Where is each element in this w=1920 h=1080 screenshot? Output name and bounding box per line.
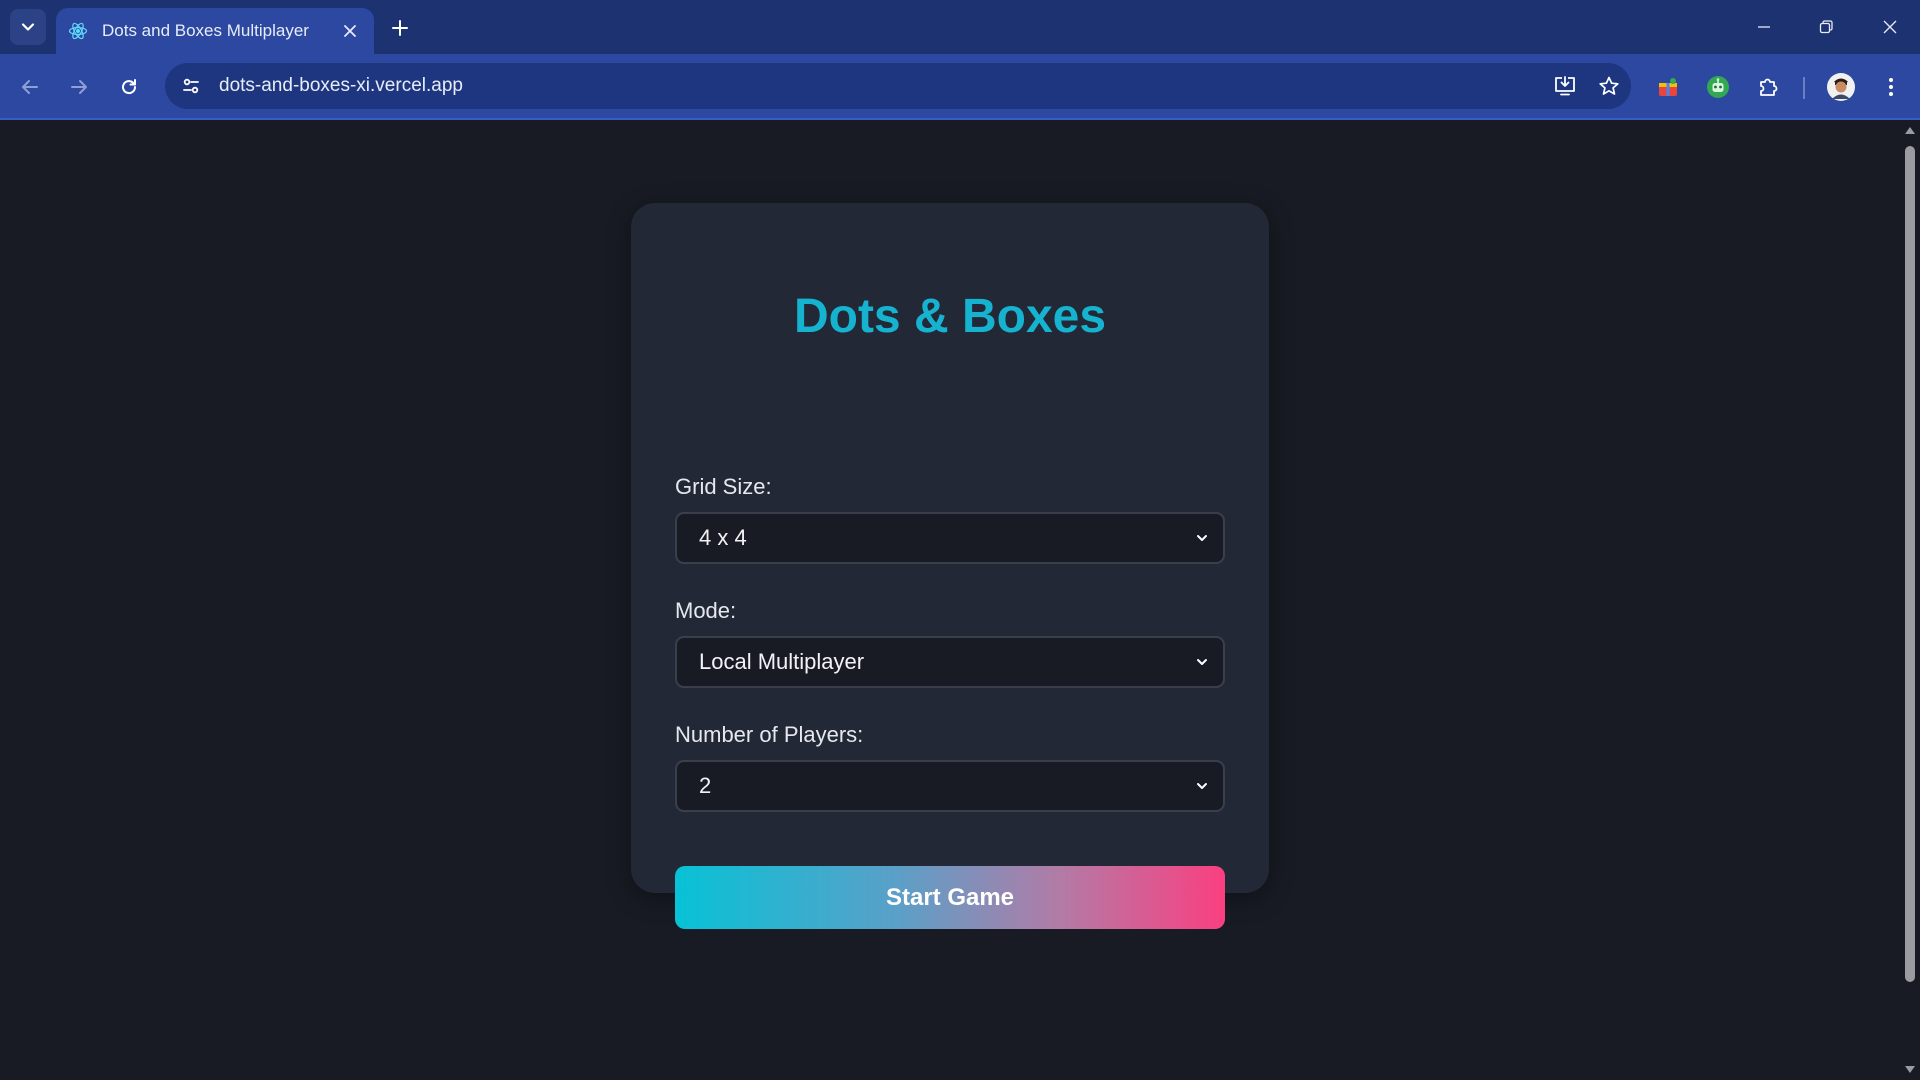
grid-size-label: Grid Size: bbox=[675, 474, 772, 499]
browser-menu-button[interactable] bbox=[1873, 69, 1909, 105]
reload-icon bbox=[122, 79, 137, 95]
page-scrollbar[interactable] bbox=[1900, 120, 1920, 1080]
plus-icon bbox=[392, 20, 408, 36]
restore-button[interactable] bbox=[1802, 8, 1850, 46]
minimize-button[interactable] bbox=[1740, 8, 1788, 46]
chevron-down-icon bbox=[1193, 777, 1211, 795]
restore-icon bbox=[1819, 20, 1833, 34]
players-select[interactable]: 2 bbox=[675, 760, 1225, 812]
close-window-button[interactable] bbox=[1866, 8, 1914, 46]
install-app-icon[interactable] bbox=[1543, 63, 1587, 109]
extension-robot-button[interactable] bbox=[1700, 69, 1736, 105]
new-tab-button[interactable] bbox=[386, 14, 414, 42]
chevron-down-icon bbox=[21, 23, 35, 31]
grid-size-value: 4 x 4 bbox=[699, 525, 747, 550]
reload-button[interactable] bbox=[111, 69, 147, 105]
avatar bbox=[1827, 73, 1855, 101]
star-icon[interactable] bbox=[1587, 63, 1631, 109]
profile-button[interactable] bbox=[1823, 69, 1859, 105]
grid-size-select[interactable]: 4 x 4 bbox=[675, 512, 1225, 564]
mode-select[interactable]: Local Multiplayer bbox=[675, 636, 1225, 688]
tab-title: Dots and Boxes Multiplayer bbox=[102, 21, 309, 40]
page-title: Dots & Boxes bbox=[793, 290, 1107, 343]
players-value: 2 bbox=[699, 773, 712, 798]
tune-icon[interactable] bbox=[169, 63, 213, 109]
chevron-down-icon bbox=[1193, 529, 1211, 547]
active-tab[interactable]: Dots and Boxes Multiplayer bbox=[56, 8, 374, 54]
settings-card: Dots & Boxes Grid Size: 4 x 4 Mode: Loca… bbox=[631, 203, 1269, 929]
toolbar-divider bbox=[1803, 77, 1805, 99]
extension-gift-button[interactable] bbox=[1650, 69, 1686, 105]
start-game-button[interactable]: Start Game bbox=[675, 866, 1225, 929]
arrow-right-icon bbox=[71, 80, 87, 94]
page-viewport: Dots & Boxes Grid Size: 4 x 4 Mode: Loca… bbox=[0, 120, 1900, 1080]
browser-toolbar: dots-and-boxes-xi.vercel.app bbox=[0, 54, 1920, 120]
arrow-left-icon bbox=[22, 80, 38, 94]
mode-value: Local Multiplayer bbox=[699, 649, 865, 674]
chevron-down-icon bbox=[1193, 653, 1211, 671]
extensions-button[interactable] bbox=[1750, 69, 1786, 105]
players-label: Number of Players: bbox=[675, 722, 864, 747]
close-icon[interactable] bbox=[338, 19, 362, 43]
scroll-down-arrow-icon[interactable] bbox=[1904, 1064, 1916, 1076]
url-text[interactable]: dots-and-boxes-xi.vercel.app bbox=[219, 75, 1543, 97]
minimize-icon bbox=[1758, 26, 1770, 28]
puzzle-icon bbox=[1760, 78, 1778, 96]
robot-extension-icon bbox=[1707, 76, 1729, 98]
browser-tab-strip: Dots and Boxes Multiplayer bbox=[0, 0, 1920, 54]
close-icon bbox=[1883, 20, 1897, 34]
tab-search-button[interactable] bbox=[10, 9, 46, 45]
back-button[interactable] bbox=[12, 69, 48, 105]
mode-label: Mode: bbox=[675, 598, 737, 623]
forward-button[interactable] bbox=[61, 69, 97, 105]
gift-extension-icon bbox=[1659, 78, 1677, 96]
address-bar[interactable]: dots-and-boxes-xi.vercel.app bbox=[165, 63, 1631, 109]
kebab-menu-icon bbox=[1889, 78, 1893, 96]
scroll-up-arrow-icon[interactable] bbox=[1904, 124, 1916, 136]
react-atom-icon bbox=[68, 21, 88, 41]
scrollbar-thumb[interactable] bbox=[1905, 146, 1915, 982]
